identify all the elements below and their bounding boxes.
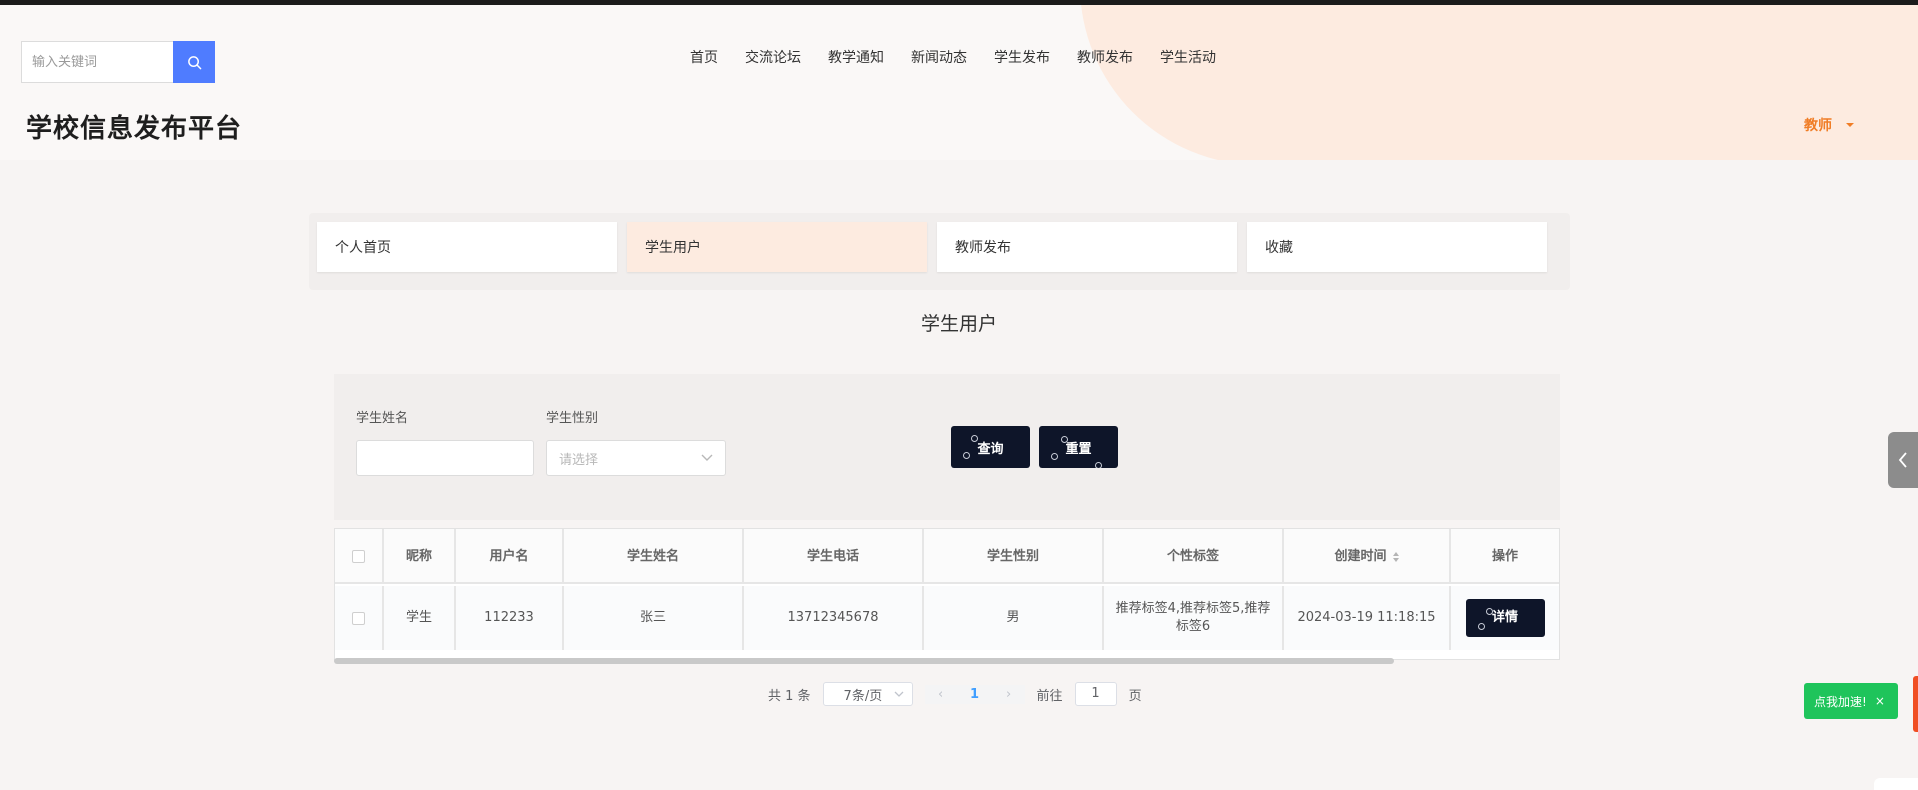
table-header-row: 昵称 用户名 学生姓名 学生电话 学生性别 个性标签 创建时间 操作 [335,529,1559,584]
page-numbers: ‹ 1 › [924,684,1025,704]
search-icon [187,55,201,69]
nav-student-posts[interactable]: 学生发布 [994,47,1050,67]
bubble-decoration [963,452,970,459]
cell-tags: 推荐标签4,推荐标签5,推荐标签6 [1104,586,1284,650]
side-drawer-toggle[interactable] [1888,432,1918,488]
column-header: 昵称 [384,529,456,584]
row-select-cell [335,586,384,650]
query-button[interactable]: 查询 [951,426,1030,468]
nav-teacher-posts[interactable]: 教师发布 [1077,47,1133,67]
column-header: 学生性别 [924,529,1104,584]
search-box [21,41,215,83]
page-title: 学生用户 [920,313,997,335]
center-tabs: 个人首页 学生用户 教师发布 收藏 [309,213,1570,290]
next-page-icon[interactable]: › [999,687,1019,702]
main-nav: 首页 交流论坛 教学通知 新闻动态 学生发布 教师发布 学生活动 [690,47,1243,67]
tab-favorites[interactable]: 收藏 [1247,222,1547,272]
role-label: 教师 [1804,118,1832,134]
tab-student-users[interactable]: 学生用户 [627,222,927,272]
row-checkbox[interactable] [352,611,365,625]
column-header-label: 创建时间 [1334,548,1387,564]
table-row: 学生 112233 张三 13712345678 男 推荐标签4,推荐标签5,推… [335,586,1559,650]
filter-panel: 学生姓名 学生性别 请选择 查询 重置 [334,374,1560,520]
detail-button[interactable]: 详情 [1465,599,1545,637]
gender-select-placeholder: 请选择 [559,452,599,468]
column-header: 个性标签 [1104,529,1284,584]
side-badge [1913,676,1918,732]
query-button-label: 查询 [977,441,1004,457]
tab-label: 收藏 [1265,240,1293,256]
bubble-decoration [1095,462,1102,468]
speed-up-button[interactable]: 点我加速! × [1804,683,1898,719]
prev-page-icon[interactable]: ‹ [931,687,951,702]
student-name-label: 学生姓名 [356,411,409,426]
chevron-left-icon [1898,452,1907,468]
tab-personal-home[interactable]: 个人首页 [317,222,617,272]
pagination: 共 1 条 7条/页 ‹ 1 › 前往 1 页 [768,682,1142,706]
cell-actions: 详情 [1451,586,1559,650]
reset-button-label: 重置 [1065,441,1092,457]
cell-student-name: 张三 [564,586,744,650]
role-dropdown[interactable]: 教师 [1804,115,1854,135]
speed-up-label: 点我加速! [1814,694,1867,709]
page-number-current[interactable]: 1 [961,687,989,702]
nav-student-activities[interactable]: 学生活动 [1160,47,1216,67]
column-header: 操作 [1491,548,1518,564]
nav-home[interactable]: 首页 [690,47,718,67]
student-gender-select[interactable]: 请选择 [546,440,726,476]
table-horizontal-scrollbar[interactable] [334,658,1394,664]
cell-student-phone: 13712345678 [744,586,924,650]
bubble-decoration [971,435,978,442]
goto-page-input[interactable]: 1 [1074,682,1117,706]
page-suffix: 页 [1128,688,1142,704]
bubble-decoration [1061,436,1068,443]
caret-down-icon [1846,123,1854,127]
cell-username: 112233 [456,586,564,650]
nav-teaching-notice[interactable]: 教学通知 [828,47,884,67]
tab-label: 教师发布 [955,240,1011,256]
chevron-down-icon [894,691,904,697]
reset-button[interactable]: 重置 [1039,426,1118,468]
cell-created-time: 2024-03-19 11:18:15 [1284,586,1451,650]
bubble-decoration [1485,608,1493,615]
header-decoration [1080,5,1918,160]
corner-decoration [1874,778,1918,790]
created-time-header[interactable]: 创建时间 [1284,529,1451,584]
tab-teacher-posts[interactable]: 教师发布 [937,222,1237,272]
column-header: 学生姓名 [564,529,744,584]
goto-label: 前往 [1036,688,1063,704]
tab-label: 学生用户 [645,240,701,256]
student-gender-label: 学生性别 [546,411,599,426]
page-size-value: 7条/页 [843,688,883,704]
search-input[interactable] [21,41,173,83]
detail-button-label: 详情 [1491,610,1518,625]
sort-icon[interactable] [1392,551,1399,562]
bubble-decoration [1051,453,1058,460]
chevron-down-icon [701,454,713,461]
page-size-select[interactable]: 7条/页 [822,682,913,706]
nav-news[interactable]: 新闻动态 [911,47,967,67]
tab-label: 个人首页 [335,240,391,256]
site-title: 学校信息发布平台 [26,114,243,144]
select-all-cell [335,529,384,584]
close-icon[interactable]: × [1875,694,1885,708]
select-all-checkbox[interactable] [352,550,365,563]
search-button[interactable] [173,41,215,83]
column-header: 学生电话 [744,529,924,584]
student-users-table: 昵称 用户名 学生姓名 学生电话 学生性别 个性标签 创建时间 操作 学生 11… [334,528,1560,660]
nav-forum[interactable]: 交流论坛 [745,47,801,67]
cell-nickname: 学生 [384,586,456,650]
pagination-total: 共 1 条 [768,688,811,704]
site-header: 学校信息发布平台 首页 交流论坛 教学通知 新闻动态 学生发布 教师发布 学生活… [0,5,1918,160]
cell-student-gender: 男 [924,586,1104,650]
column-header: 用户名 [456,529,564,584]
student-name-input[interactable] [356,440,534,476]
bubble-decoration [1477,623,1485,630]
